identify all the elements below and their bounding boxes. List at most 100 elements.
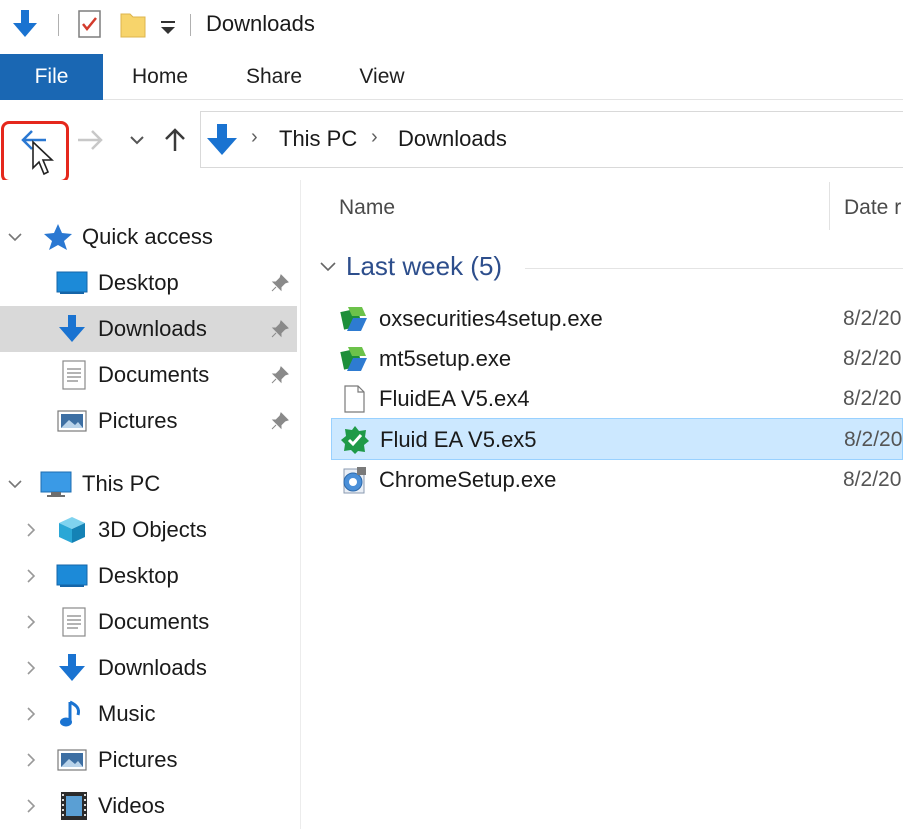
chevron-right-icon[interactable] (22, 567, 40, 585)
music-icon (60, 700, 80, 727)
sidebar-item-documents[interactable]: Documents (0, 352, 297, 398)
breadcrumb-chevron-icon: › (251, 126, 258, 148)
chevron-right-icon[interactable] (22, 659, 40, 677)
column-header-date[interactable]: Date r (844, 196, 901, 220)
blank-file-icon (344, 385, 365, 413)
file-date: 8/2/20 (844, 428, 903, 451)
recent-locations-button[interactable] (122, 120, 158, 160)
column-divider[interactable] (829, 182, 830, 230)
mouse-cursor-icon (32, 140, 55, 176)
star-icon (44, 224, 72, 250)
file-date: 8/2/20 (843, 347, 902, 370)
chevron-right-icon[interactable] (22, 797, 40, 815)
file-name: mt5setup.exe (379, 346, 512, 371)
desktop-icon (56, 271, 88, 294)
file-row-selected[interactable]: Fluid EA V5.ex5 8/2/20 (331, 418, 903, 460)
sidebar-item-label: 3D Objects (98, 517, 207, 542)
tab-file[interactable]: File (0, 54, 103, 100)
divider (190, 14, 191, 36)
breadcrumb-chevron-icon: › (371, 126, 378, 148)
sidebar-item-downloads[interactable]: Downloads (0, 306, 297, 352)
chevron-right-icon[interactable] (22, 613, 40, 631)
address-bar[interactable]: › This PC › Downloads (200, 111, 903, 168)
file-row[interactable]: oxsecurities4setup.exe 8/2/20 (331, 298, 903, 340)
file-row[interactable]: mt5setup.exe 8/2/20 (331, 338, 903, 380)
chevron-down-icon[interactable] (6, 228, 24, 246)
installer-icon (340, 307, 367, 331)
sidebar-item-label: Pictures (98, 408, 178, 433)
window-title: Downloads (206, 11, 315, 36)
tab-home[interactable]: Home (116, 54, 204, 100)
sidebar-item-label: Videos (98, 793, 165, 818)
chevron-right-icon[interactable] (22, 751, 40, 769)
sidebar-item-desktop[interactable]: Desktop (0, 260, 297, 306)
chrome-setup-icon (343, 467, 366, 494)
forward-arrow-icon (78, 130, 103, 150)
up-button[interactable] (157, 120, 193, 160)
pin-icon[interactable] (270, 365, 290, 385)
chevron-down-icon[interactable] (317, 256, 339, 278)
file-name: ChromeSetup.exe (379, 467, 557, 492)
file-date: 8/2/20 (843, 468, 902, 491)
file-date: 8/2/20 (843, 387, 902, 410)
sidebar-item-downloads[interactable]: Downloads (0, 645, 297, 691)
sidebar-item-label: Downloads (98, 655, 207, 680)
tab-view[interactable]: View (340, 54, 424, 100)
pin-icon[interactable] (270, 319, 290, 339)
file-row[interactable]: FluidEA V5.ex4 8/2/20 (331, 378, 903, 420)
chevron-down-icon[interactable] (6, 475, 24, 493)
breadcrumb-this-pc[interactable]: This PC (279, 126, 357, 152)
sidebar-item-label: Music (98, 701, 156, 726)
sidebar-item-3d-objects[interactable]: 3D Objects (0, 507, 297, 553)
sidebar-item-label: Documents (98, 609, 210, 634)
sidebar-item-desktop[interactable]: Desktop (0, 553, 297, 599)
column-header-name[interactable]: Name (339, 196, 395, 220)
divider (58, 14, 59, 36)
downloads-icon (207, 124, 237, 155)
file-list: Name Date r Last week (5) oxsecurities4s… (301, 180, 903, 829)
videos-icon (61, 792, 87, 820)
new-folder-icon[interactable] (118, 8, 148, 40)
group-header[interactable]: Last week (5) (346, 251, 502, 282)
sidebar-item-pictures[interactable]: Pictures (0, 737, 297, 783)
pin-icon[interactable] (270, 411, 290, 431)
chevron-right-icon[interactable] (22, 521, 40, 539)
sidebar-item-label: Desktop (98, 563, 179, 588)
file-date: 8/2/20 (843, 307, 902, 330)
downloads-icon (59, 654, 85, 681)
sidebar-item-label: Pictures (98, 747, 178, 772)
pictures-icon (57, 410, 87, 432)
file-row[interactable]: ChromeSetup.exe 8/2/20 (331, 459, 903, 501)
sidebar-item-quick-access[interactable]: Quick access (0, 214, 297, 260)
file-name: FluidEA V5.ex4 (379, 386, 530, 411)
pin-icon[interactable] (270, 273, 290, 293)
sidebar-item-pictures[interactable]: Pictures (0, 398, 297, 444)
sidebar-item-documents[interactable]: Documents (0, 599, 297, 645)
sidebar-item-label: Downloads (98, 316, 207, 341)
sidebar-item-label: Desktop (98, 270, 179, 295)
downloads-icon (59, 315, 85, 342)
sidebar-item-videos[interactable]: Videos (0, 783, 297, 829)
customize-toolbar-icon[interactable] (158, 8, 178, 40)
navigation-pane: Quick access Desktop Downloads Documents (0, 180, 300, 829)
this-pc-icon (40, 471, 72, 497)
documents-icon (62, 360, 86, 390)
up-arrow-icon (165, 128, 185, 151)
chevron-down-icon (130, 136, 144, 145)
sidebar-item-this-pc[interactable]: This PC (0, 461, 297, 507)
sidebar-item-label: Quick access (82, 224, 213, 249)
installer-icon (340, 347, 367, 371)
chevron-right-icon[interactable] (22, 705, 40, 723)
sidebar-item-music[interactable]: Music (0, 691, 297, 737)
sidebar-item-label: This PC (82, 471, 161, 496)
breadcrumb-downloads[interactable]: Downloads (398, 126, 507, 152)
forward-button[interactable] (72, 120, 108, 160)
downloads-icon[interactable] (10, 8, 40, 40)
tab-share[interactable]: Share (230, 54, 318, 100)
desktop-icon (56, 564, 88, 587)
properties-icon[interactable] (77, 8, 103, 40)
file-name: oxsecurities4setup.exe (379, 306, 603, 331)
title-bar: Downloads (0, 0, 903, 54)
sidebar-item-label: Documents (98, 362, 210, 387)
documents-icon (62, 607, 86, 637)
